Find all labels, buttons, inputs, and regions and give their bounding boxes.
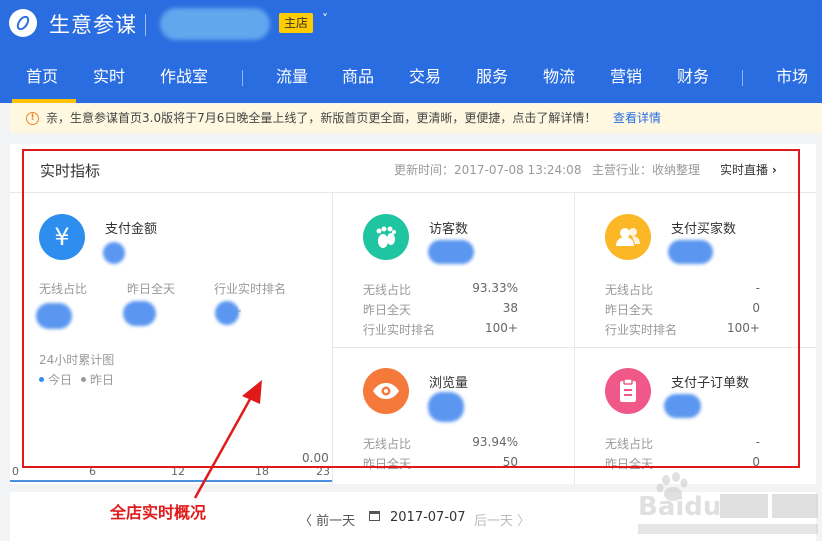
axis-tick: 0	[12, 465, 19, 478]
notice-text: 亲，生意参谋首页3.0版将于7月6日晚全量上线了，新版首页更全面，更清晰，更便捷…	[46, 111, 597, 125]
baidu-watermark-logo: Baidu	[638, 472, 818, 534]
nav-divider	[242, 70, 243, 86]
nav-products[interactable]: 商品	[342, 64, 374, 94]
main-nav: 首页 实时 作战室 流量 商品 交易 服务 物流 营销 财务 市场	[0, 64, 822, 94]
nav-war-room[interactable]: 作战室	[160, 64, 208, 94]
nav-traffic[interactable]: 流量	[276, 64, 308, 94]
active-tab-indicator	[12, 99, 76, 103]
nav-logistics[interactable]: 物流	[543, 64, 575, 94]
chevron-down-icon[interactable]: ˅	[322, 12, 328, 26]
nav-realtime[interactable]: 实时	[93, 64, 125, 94]
nav-service[interactable]: 服务	[476, 64, 508, 94]
divider	[145, 14, 146, 36]
nav-market[interactable]: 市场	[776, 64, 808, 94]
svg-text:Baidu: Baidu	[638, 492, 721, 522]
notice-details-link[interactable]: 查看详情	[613, 104, 661, 133]
warning-icon: !	[26, 112, 39, 125]
chart-axis	[10, 480, 332, 482]
previous-day-button[interactable]: 〈 前一天	[299, 510, 355, 529]
next-day-button[interactable]: 后一天 〉	[474, 510, 530, 529]
shop-badge: 主店	[279, 13, 313, 33]
annotation-arrow	[193, 380, 262, 499]
date-value[interactable]: 2017-07-07	[390, 510, 466, 525]
annotation-box	[22, 149, 800, 468]
compass-logo-icon[interactable]	[9, 9, 37, 37]
shop-name-redacted[interactable]	[160, 8, 270, 40]
calendar-icon[interactable]	[369, 511, 380, 521]
annotation-label: 全店实时概况	[110, 503, 207, 522]
app-title[interactable]: 生意参谋	[49, 9, 137, 39]
nav-marketing[interactable]: 营销	[610, 64, 642, 94]
nav-finance[interactable]: 财务	[677, 64, 709, 94]
nav-trade[interactable]: 交易	[409, 64, 441, 94]
notice-bar: ! 亲，生意参谋首页3.0版将于7月6日晚全量上线了，新版首页更全面，更清晰，更…	[10, 104, 822, 133]
nav-home[interactable]: 首页	[26, 64, 58, 94]
nav-divider	[742, 70, 743, 86]
